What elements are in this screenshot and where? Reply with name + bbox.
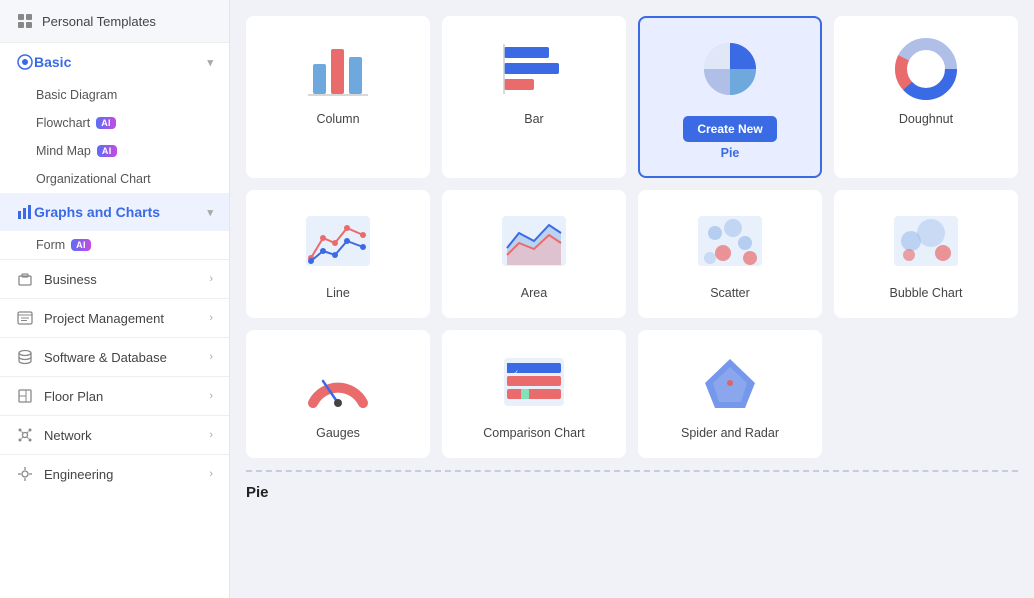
basic-diagram-label: Basic Diagram	[36, 88, 117, 102]
mind-map-label: Mind Map	[36, 144, 91, 158]
sidebar-item-mind-map[interactable]: Mind Map AI	[0, 137, 229, 165]
chart-card-bubble[interactable]: Bubble Chart	[834, 190, 1018, 318]
column-chart-visual	[298, 34, 378, 104]
bubble-chart-label: Bubble Chart	[890, 286, 963, 300]
software-database-label: Software & Database	[44, 350, 167, 365]
floor-plan-icon	[16, 387, 34, 405]
sidebar-item-flowchart[interactable]: Flowchart AI	[0, 109, 229, 137]
comparison-chart-visual: ✓	[494, 348, 574, 418]
project-management-label: Project Management	[44, 311, 164, 326]
area-chart-visual	[494, 208, 574, 278]
sidebar-item-network[interactable]: Network ›	[0, 415, 229, 454]
sidebar-item-project-management[interactable]: Project Management ›	[0, 298, 229, 337]
personal-templates-icon	[16, 12, 34, 30]
chart-card-comparison[interactable]: ✓ Comparison Chart	[442, 330, 626, 458]
chart-grid-row2: Line Area	[246, 190, 1018, 318]
bubble-chart-visual	[886, 208, 966, 278]
svg-text:✓: ✓	[513, 370, 519, 377]
org-chart-label: Organizational Chart	[36, 172, 151, 186]
form-label: Form	[36, 238, 65, 252]
spider-chart-label: Spider and Radar	[681, 426, 779, 440]
gauges-chart-label: Gauges	[316, 426, 360, 440]
sidebar: Personal Templates Basic ▾ Basic Diagram…	[0, 0, 230, 598]
project-management-chevron-icon: ›	[209, 312, 213, 324]
chart-card-scatter[interactable]: Scatter	[638, 190, 822, 318]
graphs-sub-items: Form AI	[0, 231, 229, 259]
bar-chart-visual	[494, 34, 574, 104]
sidebar-item-software-database[interactable]: Software & Database ›	[0, 337, 229, 376]
network-label: Network	[44, 428, 92, 443]
graphs-chevron-icon: ▾	[207, 206, 213, 219]
column-chart-label: Column	[316, 112, 359, 126]
business-label: Business	[44, 272, 97, 287]
sidebar-item-personal-templates[interactable]: Personal Templates	[0, 0, 229, 43]
chart-card-area[interactable]: Area	[442, 190, 626, 318]
software-database-chevron-icon: ›	[209, 351, 213, 363]
project-management-icon	[16, 309, 34, 327]
network-icon	[16, 426, 34, 444]
chart-card-column[interactable]: Column	[246, 16, 430, 178]
flowchart-label: Flowchart	[36, 116, 90, 130]
sidebar-item-engineering[interactable]: Engineering ›	[0, 454, 229, 493]
line-chart-label: Line	[326, 286, 350, 300]
pie-chart-label: Pie	[721, 146, 740, 160]
comparison-chart-label: Comparison Chart	[483, 426, 584, 440]
sidebar-item-floor-plan[interactable]: Floor Plan ›	[0, 376, 229, 415]
sidebar-section-graphs-header[interactable]: Graphs and Charts ▾	[0, 193, 229, 231]
engineering-chevron-icon: ›	[209, 468, 213, 480]
engineering-icon	[16, 465, 34, 483]
spider-chart-visual	[690, 348, 770, 418]
create-new-button[interactable]: Create New	[683, 116, 776, 142]
sidebar-section-graphs: Graphs and Charts ▾ Form AI	[0, 193, 229, 259]
business-icon	[16, 270, 34, 288]
gauges-chart-visual	[298, 348, 378, 418]
floor-plan-chevron-icon: ›	[209, 390, 213, 402]
sidebar-item-org-chart[interactable]: Organizational Chart	[0, 165, 229, 193]
pie-chart-visual	[690, 34, 770, 104]
scatter-chart-label: Scatter	[710, 286, 750, 300]
sidebar-section-basic: Basic ▾ Basic Diagram Flowchart AI Mind …	[0, 43, 229, 193]
section-footer-label: Pie	[246, 484, 1018, 507]
network-chevron-icon: ›	[209, 429, 213, 441]
chart-grid-row3: Gauges ✓ Comparison Chart	[246, 330, 1018, 458]
software-database-icon	[16, 348, 34, 366]
scatter-chart-visual	[690, 208, 770, 278]
chart-card-doughnut[interactable]: Doughnut	[834, 16, 1018, 178]
sidebar-item-form[interactable]: Form AI	[0, 231, 229, 259]
sidebar-item-basic-diagram[interactable]: Basic Diagram	[0, 81, 229, 109]
chart-card-spider[interactable]: Spider and Radar	[638, 330, 822, 458]
basic-section-label: Basic	[34, 54, 71, 70]
doughnut-chart-label: Doughnut	[899, 112, 953, 126]
section-divider	[246, 470, 1018, 472]
doughnut-chart-visual	[886, 34, 966, 104]
chart-card-pie[interactable]: Create New Pie	[638, 16, 822, 178]
chart-card-bar[interactable]: Bar	[442, 16, 626, 178]
business-chevron-icon: ›	[209, 273, 213, 285]
line-chart-visual	[298, 208, 378, 278]
graphs-section-label: Graphs and Charts	[34, 204, 160, 220]
engineering-label: Engineering	[44, 467, 113, 482]
main-content: Column Bar	[230, 0, 1034, 598]
personal-templates-label: Personal Templates	[42, 14, 156, 29]
flowchart-ai-badge: AI	[96, 117, 116, 129]
basic-chevron-icon: ▾	[207, 56, 213, 69]
sidebar-item-business[interactable]: Business ›	[0, 259, 229, 298]
graphs-section-icon	[16, 203, 34, 221]
chart-card-gauges[interactable]: Gauges	[246, 330, 430, 458]
basic-section-icon	[16, 53, 34, 71]
bar-chart-label: Bar	[524, 112, 543, 126]
chart-card-line[interactable]: Line	[246, 190, 430, 318]
basic-sub-items: Basic Diagram Flowchart AI Mind Map AI O…	[0, 81, 229, 193]
form-ai-badge: AI	[71, 239, 91, 251]
floor-plan-label: Floor Plan	[44, 389, 103, 404]
mind-map-ai-badge: AI	[97, 145, 117, 157]
sidebar-section-basic-header[interactable]: Basic ▾	[0, 43, 229, 81]
area-chart-label: Area	[521, 286, 547, 300]
chart-grid-row1: Column Bar	[246, 16, 1018, 178]
